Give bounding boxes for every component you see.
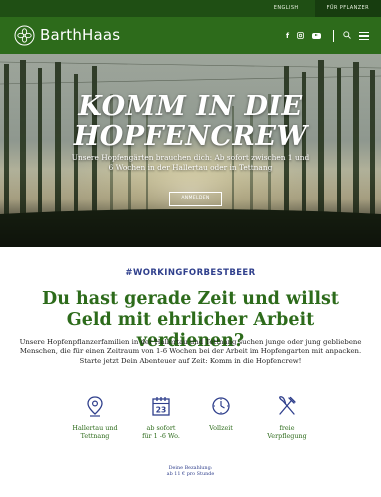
instagram-icon[interactable] [297, 31, 304, 41]
benefit-location-line-1: Hallertau und [72, 424, 118, 432]
brand-name[interactable]: BarthHaas [40, 26, 120, 44]
barthhaas-logo-icon[interactable] [14, 25, 35, 46]
benefit-location: Hallertau und Tettnang [64, 395, 126, 440]
nav-divider [333, 30, 334, 42]
facebook-icon[interactable]: f [286, 32, 289, 40]
intro-call-to-action: Starte jetzt Dein Abenteuer auf Zeit: Ko… [79, 356, 302, 365]
intro-text: Unsere Hopfenpflanzerfamilien in der Hal… [14, 338, 367, 366]
benefit-location-line-2: Tettnang [80, 432, 110, 440]
hero-subtitle: Unsere Hopfengärten brauchen dich: Ab so… [71, 153, 310, 172]
nav-right-controls: f [278, 27, 369, 45]
wage-amount: ab 11 € pro Stunde [166, 471, 215, 477]
hashtag-heading: #WORKINGFORBESTBEER [125, 268, 256, 278]
register-button[interactable]: ANMELDEN [169, 192, 222, 206]
hero-banner: KOMM IN DIE HOPFENCREW Unsere Hopfengärt… [0, 54, 381, 247]
main-navbar: BarthHaas f [0, 17, 381, 54]
location-pin-icon [87, 396, 103, 417]
benefit-meals-line-1: freie [279, 424, 295, 432]
intro-paragraph: Unsere Hopfenpflanzerfamilien in der Hal… [19, 338, 362, 356]
benefit-timeframe: 23 ab sofort für 1 -6 Wo. [130, 395, 192, 440]
benefit-fulltime-label: Vollzeit [209, 424, 233, 432]
menu-hamburger-icon[interactable] [359, 32, 369, 41]
search-icon[interactable] [343, 31, 351, 41]
hero-title: KOMM IN DIE HOPFENCREW [0, 92, 381, 152]
calendar-icon: 23 [152, 397, 170, 416]
benefit-timeframe-line-1: ab sofort [146, 424, 176, 432]
wage-info: Deine Bezahlung: ab 11 € pro Stunde [0, 465, 381, 477]
benefits-row: Hallertau und Tettnang 23 ab sofort für … [64, 395, 318, 475]
hero-title-line-2: HOPFENCREW [73, 121, 308, 152]
top-utility-bar: ENGLISH FÜR PFLANZER [0, 0, 381, 17]
benefit-fulltime: Vollzeit [190, 395, 252, 432]
hero-title-line-1: KOMM IN DIE [78, 91, 303, 122]
cutlery-icon [279, 396, 296, 415]
benefit-meals-line-2: Verpflegung [267, 432, 307, 440]
language-switch-english[interactable]: ENGLISH [261, 0, 312, 17]
youtube-icon[interactable] [312, 33, 321, 39]
benefit-timeframe-line-2: für 1 -6 Wo. [142, 432, 180, 440]
benefit-meals: freie Verpflegung [256, 395, 318, 440]
for-farmers-link[interactable]: FÜR PFLANZER [314, 0, 381, 17]
clock-icon [212, 397, 230, 415]
calendar-day-number: 23 [156, 406, 166, 415]
